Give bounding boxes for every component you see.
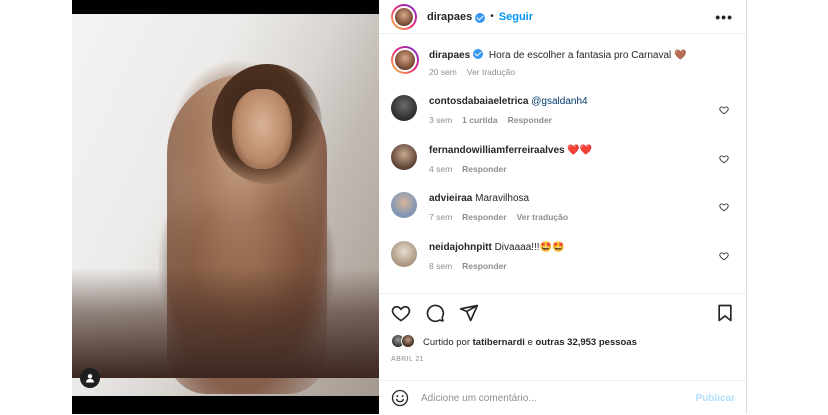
comment-row: neidajohnpitt Divaaaa!!!🤩🤩 8 sem Respond… (391, 241, 737, 271)
liker-username[interactable]: tatibernardi (473, 337, 525, 348)
caption-text: Hora de escolher a fantasia pro Carnaval (488, 50, 672, 61)
likers-avatars[interactable] (391, 334, 419, 350)
emoji-icon[interactable] (391, 389, 409, 407)
other-likers-link[interactable]: outras 32,953 pessoas (535, 337, 636, 348)
like-comment-icon[interactable] (719, 251, 729, 261)
comment-row: fernandowilliamferreiraalves ❤️❤️ 4 sem … (391, 144, 737, 174)
caption-emoji: 🤎 (674, 50, 687, 61)
commenter-avatar[interactable] (391, 144, 417, 170)
like-comment-icon[interactable] (719, 202, 729, 212)
more-options-icon[interactable]: ••• (715, 9, 733, 25)
reply-button[interactable]: Responder (462, 261, 506, 271)
commenter-avatar[interactable] (391, 192, 417, 218)
comments-list[interactable]: dirapaes Hora de escolher a fantasia pro… (379, 35, 747, 293)
comment-time[interactable]: 8 sem (429, 261, 452, 271)
post-actions: Curtido por tatibernardi e outras 32,953… (379, 293, 747, 414)
post-photo[interactable] (72, 0, 379, 414)
post-header: dirapaes • Seguir ••• (379, 0, 747, 34)
caption-row: dirapaes Hora de escolher a fantasia pro… (391, 46, 737, 77)
comment-likes[interactable]: 1 curtida (462, 115, 497, 125)
comment-text: Divaaaa!!!🤩🤩 (494, 242, 565, 253)
comment-text: Maravilhosa (475, 193, 530, 204)
verified-icon (475, 12, 486, 23)
separator-dot: • (490, 11, 494, 22)
like-comment-icon[interactable] (719, 105, 729, 115)
share-icon[interactable] (459, 303, 479, 323)
caption-time[interactable]: 20 sem (429, 67, 457, 77)
commenter-avatar[interactable] (391, 95, 417, 121)
like-icon[interactable] (391, 303, 411, 323)
reply-button[interactable]: Responder (462, 212, 506, 222)
follow-button[interactable]: Seguir (499, 11, 533, 23)
comment-username[interactable]: advieiraa (429, 193, 472, 204)
save-bookmark-icon[interactable] (715, 303, 735, 323)
verified-icon (473, 49, 484, 59)
commenter-avatar[interactable] (391, 241, 417, 267)
likes-joiner: e (527, 336, 533, 348)
author-avatar[interactable] (391, 3, 417, 30)
comment-username[interactable]: contosdabaiaeletrica (429, 96, 528, 107)
tagged-users-icon[interactable] (80, 368, 100, 388)
comment-translate-link[interactable]: Ver tradução (517, 212, 569, 222)
comment-icon[interactable] (425, 303, 445, 323)
comment-text: ❤️❤️ (567, 145, 593, 156)
post-dialog: dirapaes • Seguir ••• dirapaes Hora de e… (72, 0, 747, 414)
caption-username[interactable]: dirapaes (429, 50, 470, 61)
comment-time[interactable]: 3 sem (429, 115, 452, 125)
post-date[interactable]: ABRIL 21 (391, 356, 424, 363)
comment-time[interactable]: 7 sem (429, 212, 452, 222)
comment-time[interactable]: 4 sem (429, 164, 452, 174)
caption-translate-link[interactable]: Ver tradução (467, 67, 515, 77)
comment-input[interactable] (421, 392, 671, 404)
comment-text[interactable]: @gsaldanh4 (531, 96, 587, 107)
comment-row: advieiraa Maravilhosa 7 sem Responder Ve… (391, 192, 737, 222)
add-comment-bar: Publicar (379, 380, 747, 415)
like-comment-icon[interactable] (719, 154, 729, 164)
likes-summary: Curtido por tatibernardi e outras 32,953… (391, 334, 637, 350)
comment-username[interactable]: neidajohnpitt (429, 242, 492, 253)
caption-avatar[interactable] (391, 46, 419, 74)
photo-image (72, 14, 379, 396)
comment-username[interactable]: fernandowilliamferreiraalves (429, 145, 565, 156)
author-username[interactable]: dirapaes (427, 11, 472, 23)
reply-button[interactable]: Responder (462, 164, 506, 174)
reply-button[interactable]: Responder (508, 115, 552, 125)
comment-row: contosdabaiaeletrica @gsaldanh4 3 sem 1 … (391, 95, 737, 125)
likes-prefix: Curtido por (423, 336, 470, 348)
publish-button[interactable]: Publicar (696, 393, 735, 404)
post-sidebar: dirapaes • Seguir ••• dirapaes Hora de e… (379, 0, 747, 414)
